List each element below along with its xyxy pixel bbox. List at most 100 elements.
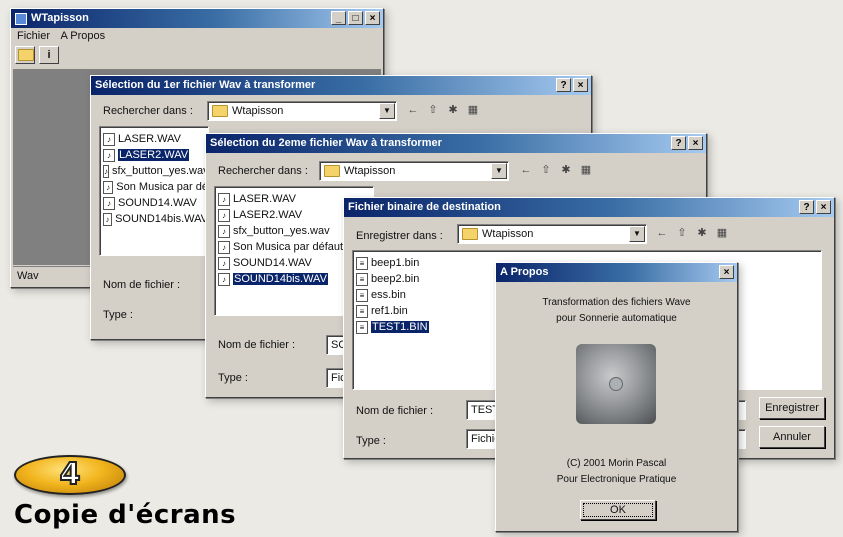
folder-icon: [324, 165, 340, 177]
status-text: Wav: [17, 270, 39, 282]
wav-file-icon: ♪: [218, 272, 230, 286]
list-item[interactable]: ♪ Son Musica par dé: [100, 179, 208, 195]
wav-file-icon: ♪: [218, 192, 230, 206]
folder-icon: [17, 49, 34, 61]
ok-button[interactable]: OK: [580, 500, 656, 520]
menu-a-propos[interactable]: A Propos: [60, 30, 105, 42]
type-label: Type :: [356, 435, 386, 447]
dialog2-titlebar: Sélection du 2eme fichier Wav à transfor…: [206, 134, 706, 153]
close-button[interactable]: ×: [719, 265, 734, 279]
back-icon[interactable]: ←: [405, 103, 421, 117]
chevron-down-icon[interactable]: ▼: [491, 163, 507, 179]
about-line1: Transformation des fichiers Wave: [542, 297, 691, 308]
dialog3-title: Fichier binaire de destination: [348, 201, 501, 213]
filename-label: Nom de fichier :: [218, 339, 296, 351]
up-folder-icon[interactable]: ⇧: [538, 163, 554, 177]
main-titlebar: WTapisson _ □ ×: [11, 9, 383, 28]
bin-file-icon: ≡: [356, 320, 368, 334]
folder-name: Wtapisson: [344, 165, 396, 177]
type-label: Type :: [218, 372, 248, 384]
look-in-label: Rechercher dans :: [218, 165, 308, 177]
folder-name: Wtapisson: [482, 228, 534, 240]
folder-icon: [212, 105, 228, 117]
list-item[interactable]: ♪ SOUND14bis.WAV: [100, 211, 208, 227]
dialog1-titlebar: Sélection du 1er fichier Wav à transform…: [91, 76, 591, 95]
chevron-down-icon[interactable]: ▼: [379, 103, 395, 119]
main-title: WTapisson: [31, 12, 89, 24]
look-in-combo[interactable]: Wtapisson ▼: [319, 161, 509, 181]
wav-file-icon: ♪: [218, 224, 230, 238]
nav-toolbar: ← ⇧ ✱ ▦: [401, 103, 481, 117]
filename-label: Nom de fichier :: [356, 405, 434, 417]
wav-file-icon: ♪: [218, 208, 230, 222]
figure-number-badge: 4: [14, 455, 126, 495]
minimize-button[interactable]: _: [331, 11, 346, 25]
figure-number: 4: [59, 457, 82, 492]
list-item[interactable]: ♪ sfx_button_yes.wav: [100, 163, 208, 179]
toolbar: i: [11, 44, 383, 66]
wav-file-icon: ♪: [103, 148, 115, 162]
help-button[interactable]: ?: [556, 78, 571, 92]
bin-file-icon: ≡: [356, 272, 368, 286]
wav-file-icon: ♪: [103, 212, 113, 226]
close-button[interactable]: ×: [688, 136, 703, 150]
folder-name: Wtapisson: [232, 105, 284, 117]
speaker-center: [609, 377, 623, 391]
menu-fichier[interactable]: Fichier: [17, 30, 50, 42]
list-item[interactable]: ♪ LASER.WAV: [100, 131, 208, 147]
list-item[interactable]: ♪ LASER2.WAV: [100, 147, 208, 163]
bin-file-icon: ≡: [356, 256, 368, 270]
type-label: Type :: [103, 309, 133, 321]
bin-file-icon: ≡: [356, 304, 368, 318]
about-credit2: Pour Electronique Pratique: [556, 474, 677, 485]
speaker-image: [576, 344, 656, 424]
view-menu-icon[interactable]: ▦: [465, 103, 481, 117]
help-button[interactable]: ?: [671, 136, 686, 150]
wav-file-icon: ♪: [218, 256, 230, 270]
new-folder-icon[interactable]: ✱: [445, 103, 461, 117]
save-button[interactable]: Enregistrer: [759, 397, 825, 419]
figure-caption: Copie d'écrans: [14, 500, 237, 530]
wav-file-icon: ♪: [103, 132, 115, 146]
back-icon[interactable]: ←: [654, 226, 670, 240]
dialog3-titlebar: Fichier binaire de destination ? ×: [344, 198, 834, 217]
close-button[interactable]: ×: [816, 200, 831, 214]
cancel-button[interactable]: Annuler: [759, 426, 825, 448]
view-menu-icon[interactable]: ▦: [578, 163, 594, 177]
menu-bar: Fichier A Propos: [11, 28, 383, 44]
file-list[interactable]: ♪ LASER.WAV ♪ LASER2.WAV ♪ sfx_button_yes.w…: [99, 126, 209, 256]
look-in-label: Rechercher dans :: [103, 105, 193, 117]
folder-icon: [462, 228, 478, 240]
new-folder-icon[interactable]: ✱: [558, 163, 574, 177]
info-button[interactable]: i: [39, 46, 59, 64]
up-folder-icon[interactable]: ⇧: [425, 103, 441, 117]
list-item[interactable]: ♪ SOUND14.WAV: [100, 195, 208, 211]
about-title: A Propos: [500, 266, 549, 278]
wav-file-icon: ♪: [103, 180, 114, 194]
new-folder-icon[interactable]: ✱: [694, 226, 710, 240]
look-in-combo[interactable]: Wtapisson ▼: [207, 101, 397, 121]
help-button[interactable]: ?: [799, 200, 814, 214]
back-icon[interactable]: ←: [518, 163, 534, 177]
filename-label: Nom de fichier :: [103, 279, 181, 291]
close-button[interactable]: ×: [365, 11, 380, 25]
maximize-button[interactable]: □: [348, 11, 363, 25]
app-icon: [15, 12, 27, 25]
about-titlebar: A Propos ×: [496, 263, 737, 282]
up-folder-icon[interactable]: ⇧: [674, 226, 690, 240]
view-menu-icon[interactable]: ▦: [714, 226, 730, 240]
dialog1-title: Sélection du 1er fichier Wav à transform…: [95, 79, 316, 91]
dialog2-title: Sélection du 2eme fichier Wav à transfor…: [210, 137, 442, 149]
close-button[interactable]: ×: [573, 78, 588, 92]
bin-file-icon: ≡: [356, 288, 368, 302]
open-folder-button[interactable]: [15, 46, 35, 64]
save-in-label: Enregistrer dans :: [356, 230, 443, 242]
about-credit1: (C) 2001 Morin Pascal: [566, 458, 667, 469]
wav-file-icon: ♪: [103, 196, 115, 210]
wav-file-icon: ♪: [103, 164, 109, 178]
chevron-down-icon[interactable]: ▼: [629, 226, 645, 242]
wav-file-icon: ♪: [218, 240, 230, 254]
about-line2: pour Sonnerie automatique: [556, 313, 677, 324]
info-icon: i: [47, 49, 51, 61]
save-in-combo[interactable]: Wtapisson ▼: [457, 224, 647, 244]
